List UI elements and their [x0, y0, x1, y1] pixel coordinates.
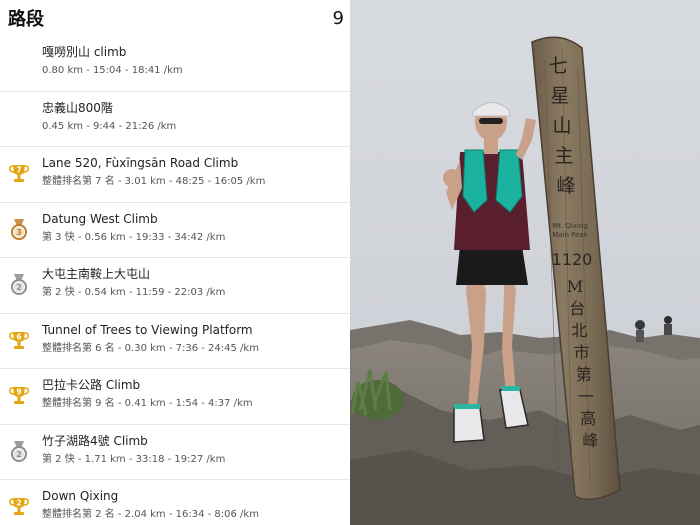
- post-character: 七: [548, 55, 567, 77]
- post-character: 山: [552, 115, 571, 137]
- trophy-icon: 7: [8, 162, 30, 184]
- svg-text:6: 6: [16, 332, 21, 341]
- sunglasses: [479, 118, 503, 124]
- post-character: M: [567, 277, 583, 296]
- post-character: 高: [580, 409, 596, 428]
- segment-row[interactable]: 3 Datung West Climb 第 3 快 - 0.56 km - 19:3…: [0, 203, 350, 258]
- post-character: 星: [550, 85, 569, 107]
- segment-row[interactable]: 2 Down Qixing 整體排名第 2 名 - 2.04 km - 16:34 …: [0, 480, 350, 525]
- segments-title: 路段: [8, 9, 44, 30]
- segment-name: 巴拉卡公路 Climb: [42, 378, 141, 392]
- post-character: 峰: [556, 175, 575, 197]
- post-character: 市: [574, 343, 590, 362]
- left-shoe: [453, 407, 485, 443]
- distant-hiker: [635, 320, 645, 330]
- post-character: 峰: [582, 431, 598, 450]
- segment-name: Lane 520, Fùxīngsān Road Climb: [42, 156, 239, 170]
- segment-row[interactable]: 9 巴拉卡公路 Climb 整體排名第 9 名 - 0.41 km - 1:54 -…: [0, 369, 350, 425]
- svg-text:9: 9: [16, 388, 21, 397]
- segment-name: 大屯主南鞍上大屯山: [42, 267, 151, 281]
- post-character: 主: [554, 145, 573, 167]
- post-character: 台: [569, 299, 585, 318]
- left-sock: [454, 404, 480, 409]
- segment-name: Datung West Climb: [42, 211, 158, 226]
- post-character: 第: [576, 365, 592, 384]
- segment-row[interactable]: 嘎嘮別山 climb 0.80 km - 15:04 - 18:41 /km: [0, 36, 350, 92]
- summit-photo: 七星山主峰 Mt. Qixing Main Peak 1120 M台北市第一高峰: [350, 0, 700, 525]
- svg-text:2: 2: [16, 499, 21, 508]
- segment-stats: 整體排名第 6 名 - 0.30 km - 7:36 - 24:45 /km: [42, 342, 259, 354]
- post-elevation: 1120: [552, 250, 593, 269]
- post-character: 北: [571, 321, 587, 340]
- segment-stats: 整體排名第 2 名 - 2.04 km - 16:34 - 8:06 /km: [42, 509, 259, 520]
- post-character: 一: [578, 387, 594, 406]
- segments-list: 嘎嘮別山 climb 0.80 km - 15:04 - 18:41 /km 忠義山…: [0, 36, 350, 525]
- svg-text:7: 7: [16, 166, 21, 175]
- post-english-line: Mt. Qixing: [552, 222, 588, 230]
- screen: 路段 9 嘎嘮別山 climb 0.80 km - 15:04 - 18:41 /…: [0, 0, 700, 525]
- segment-name: Tunnel of Trees to Viewing Platform: [42, 322, 253, 337]
- segment-row[interactable]: 7 Lane 520, Fùxīngsān Road Climb 整體排名第 7 名…: [0, 147, 350, 203]
- photo-illustration: 七星山主峰 Mt. QixingMain Peak 1120 M台北市第一高峰: [350, 0, 700, 525]
- segment-row[interactable]: 6 Tunnel of Trees to Viewing Platform 整體排名…: [0, 314, 350, 369]
- segment-stats: 0.80 km - 15:04 - 18:41 /km: [42, 65, 183, 76]
- segment-stats: 第 2 快 - 1.71 km - 33:18 - 19:27 /km: [42, 453, 226, 465]
- trophy-icon: 2: [8, 495, 30, 517]
- segment-stats: 第 3 快 - 0.56 km - 19:33 - 34:42 /km: [42, 231, 226, 243]
- svg-text:2: 2: [16, 450, 22, 459]
- segment-stats: 第 2 快 - 0.54 km - 11:59 - 22:03 /km: [42, 287, 226, 298]
- svg-text:3: 3: [16, 228, 22, 237]
- right-sock: [502, 386, 520, 391]
- segment-stats: 整體排名第 7 名 - 3.01 km - 48:25 - 16:05 /km: [42, 176, 266, 187]
- segment-stats: 0.45 km - 9:44 - 21:26 /km: [42, 120, 177, 132]
- segments-panel: 路段 9 嘎嘮別山 climb 0.80 km - 15:04 - 18:41 /…: [0, 0, 350, 525]
- silver-medal-icon: 2: [8, 273, 30, 295]
- bronze-medal-icon: 3: [8, 218, 30, 240]
- post-english-line: Main Peak: [552, 231, 589, 239]
- segments-count: 9: [332, 7, 344, 29]
- thumbs-up-hand: [443, 169, 461, 187]
- segment-stats: 整體排名第 9 名 - 0.41 km - 1:54 - 4:37 /km: [42, 398, 253, 409]
- segment-name: Down Qixing: [42, 489, 119, 503]
- segment-name: 嘎嘮別山 climb: [42, 45, 127, 59]
- trophy-icon: 6: [8, 329, 30, 351]
- segment-row[interactable]: 忠義山800階 0.45 km - 9:44 - 21:26 /km: [0, 92, 350, 147]
- trophy-icon: 9: [8, 384, 30, 406]
- segments-header: 路段 9: [0, 0, 350, 36]
- post-english: Mt. QixingMain Peak: [552, 222, 589, 239]
- segment-name: 忠義山800階: [42, 100, 113, 115]
- runner-shorts: [456, 246, 528, 285]
- segment-row[interactable]: 2 竹子湖路4號 Climb 第 2 快 - 1.71 km - 33:18 - 1…: [0, 425, 350, 480]
- silver-medal-icon: 2: [8, 440, 30, 462]
- svg-text:2: 2: [16, 283, 22, 292]
- segment-name: 竹子湖路4號 Climb: [42, 433, 148, 448]
- segment-row[interactable]: 2 大屯主南鞍上大屯山第 2 快 - 0.54 km - 11:59 - 22:0…: [0, 258, 350, 314]
- distant-hiker-2: [664, 316, 672, 324]
